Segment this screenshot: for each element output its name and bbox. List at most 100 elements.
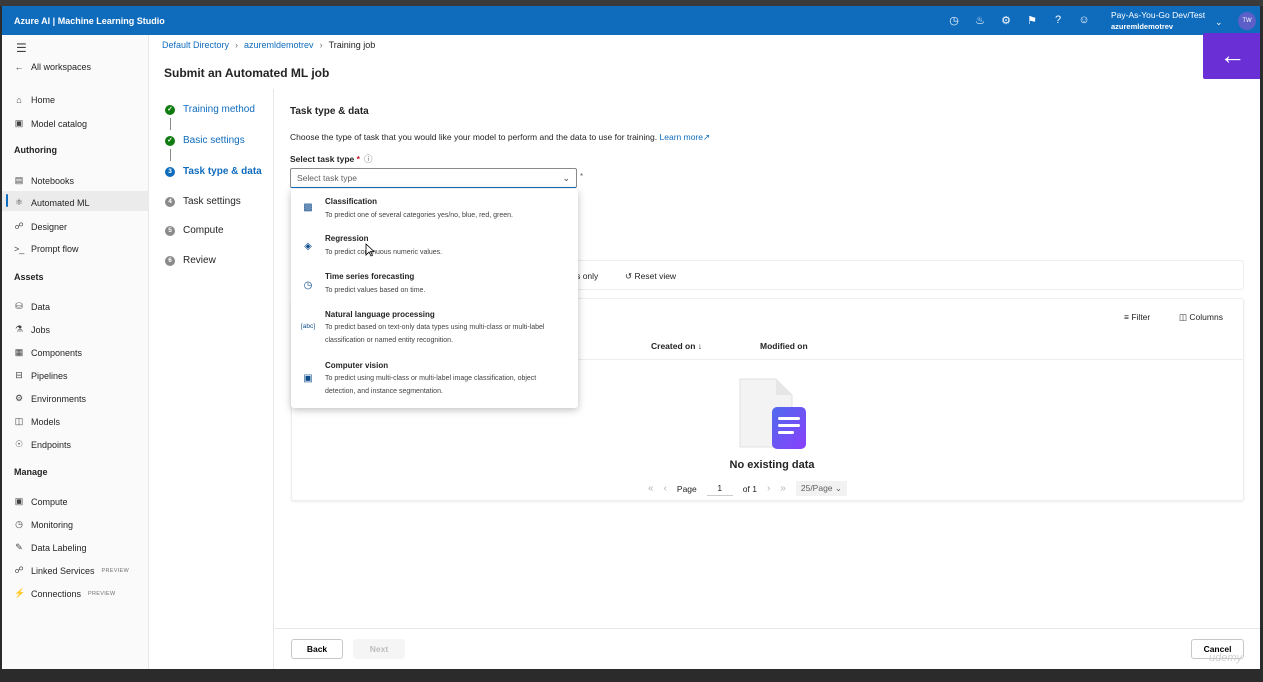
footer-divider	[275, 628, 1260, 629]
gear-icon[interactable]: ⚙	[999, 14, 1013, 27]
breadcrumb-workspace[interactable]: azuremldemotrev	[244, 40, 314, 50]
history-icon[interactable]: ◷	[947, 14, 961, 27]
data-icon: ⛁	[15, 301, 23, 311]
last-page-icon[interactable]: »	[780, 483, 786, 494]
section-manage: Manage	[14, 467, 48, 477]
sidebar-item-environments[interactable]: ⚙ Environments	[14, 393, 86, 404]
step-label: Task settings	[183, 196, 241, 207]
step-review[interactable]: 6 Review	[165, 255, 216, 266]
option-title: Time series forecasting	[325, 272, 415, 281]
option-time-series-forecasting[interactable]: ◷ Time series forecasting To predict val…	[291, 267, 578, 303]
step-task-type-data[interactable]: 3 Task type & data	[165, 166, 262, 177]
option-title: Natural language processing	[325, 310, 435, 319]
studio-app: Azure AI | Machine Learning Studio ◷ ♨ ⚙…	[2, 6, 1260, 669]
edit-icon: ✎	[15, 542, 23, 552]
hamburger-icon[interactable]: ☰	[16, 41, 27, 55]
smiley-icon[interactable]: ☺	[1077, 14, 1091, 27]
learn-more-link[interactable]: Learn more↗	[660, 132, 711, 142]
sidebar-item-home[interactable]: ⌂ Home	[14, 95, 55, 105]
info-icon[interactable]: ⓘ	[364, 154, 373, 164]
columns-button[interactable]: ◫ Columns	[1179, 312, 1223, 323]
topbar-icons: ◷ ♨ ⚙ ⚑ ? ☺	[947, 14, 1091, 27]
notebook-icon: ▤	[14, 175, 24, 185]
step-compute[interactable]: 5 Compute	[165, 225, 224, 236]
bell-icon[interactable]: ♨	[973, 14, 987, 27]
prompt-icon: >_	[14, 244, 25, 254]
page-size-select[interactable]: 25/Page ⌄	[795, 481, 848, 496]
column-header-created-on[interactable]: Created on ↓	[651, 341, 702, 351]
next-page-icon[interactable]: ›	[767, 483, 770, 494]
sidebar-item-label: Connections	[31, 588, 82, 599]
back-arrow-button[interactable]: ←	[1203, 33, 1260, 79]
option-description: To predict one of several categories yes…	[325, 212, 513, 219]
section-description: Choose the type of task that you would l…	[290, 132, 710, 143]
columns-label: Columns	[1189, 312, 1223, 322]
task-type-select[interactable]: Select task type ⌄	[290, 168, 577, 188]
sidebar-item-models[interactable]: ◫ Models	[14, 416, 60, 427]
sidebar-item-jobs[interactable]: ⚗ Jobs	[14, 324, 50, 335]
megaphone-icon[interactable]: ⚑	[1025, 14, 1039, 27]
sidebar-item-model-catalog[interactable]: ▣ Model catalog	[14, 118, 87, 129]
back-button[interactable]: Back	[291, 639, 343, 659]
arrow-left-icon: ←	[14, 62, 24, 72]
avatar[interactable]: TW	[1238, 12, 1256, 30]
option-natural-language-processing[interactable]: [abc] Natural language processing To pre…	[291, 305, 578, 353]
option-computer-vision[interactable]: ▣ Computer vision To predict using multi…	[291, 356, 578, 406]
step-label: Review	[183, 255, 216, 266]
sidebar-item-compute[interactable]: ▣ Compute	[14, 496, 68, 507]
top-bar: Azure AI | Machine Learning Studio ◷ ♨ ⚙…	[2, 6, 1260, 35]
cube-icon: ◫	[14, 416, 24, 426]
app-title[interactable]: Azure AI | Machine Learning Studio	[14, 16, 165, 26]
account-workspace: azuremldemotrev	[1111, 22, 1174, 31]
step-task-settings[interactable]: 4 Task settings	[165, 196, 241, 207]
sidebar-item-all-workspaces[interactable]: ← All workspaces	[14, 62, 92, 72]
page-of-label: of 1	[742, 483, 757, 494]
preview-badge: PREVIEW	[88, 590, 116, 597]
chevron-down-icon: ⌄	[562, 173, 570, 183]
next-button[interactable]: Next	[353, 639, 405, 659]
required-marker: *	[356, 154, 360, 164]
sidebar-item-monitoring[interactable]: ◷ Monitoring	[14, 519, 73, 530]
breadcrumb-default-directory[interactable]: Default Directory	[162, 40, 229, 50]
filter-button[interactable]: ≡ Filter	[1124, 312, 1150, 322]
prev-page-icon[interactable]: ‹	[664, 483, 667, 494]
sidebar-item-pipelines[interactable]: ⊟ Pipelines	[14, 370, 67, 381]
option-classification[interactable]: ▩ Classification To predict one of sever…	[291, 189, 578, 225]
description-text: Choose the type of task that you would l…	[290, 132, 658, 142]
step-label: Basic settings	[183, 135, 245, 146]
column-header-modified-on[interactable]: Modified on	[760, 341, 808, 351]
page-number-input[interactable]: 1	[706, 481, 733, 496]
watermark-logo: udemy	[1209, 652, 1243, 664]
sidebar-item-endpoints[interactable]: ☉ Endpoints	[14, 439, 71, 450]
sidebar-item-designer[interactable]: ☍ Designer	[14, 221, 67, 232]
step-label: Compute	[183, 225, 224, 236]
check-icon: ✓	[165, 104, 175, 115]
step-number: 3	[165, 166, 175, 177]
option-regression[interactable]: ◈ Regression To predict continuous numer…	[291, 229, 578, 265]
sidebar-item-automated-ml[interactable]: ⚛ Automated ML	[14, 197, 90, 208]
option-description: To predict using multi-class or multi-la…	[325, 375, 537, 395]
reset-view-button[interactable]: ↺ Reset view	[625, 271, 676, 282]
sidebar-item-linked-services[interactable]: ☍ Linked Services PREVIEW	[14, 565, 129, 576]
plug-icon: ⚡	[14, 588, 26, 598]
sidebar-item-data[interactable]: ⛁ Data	[14, 301, 50, 312]
required-marker: *	[580, 172, 584, 181]
sidebar-item-prompt-flow[interactable]: >_ Prompt flow	[14, 244, 79, 254]
empty-state-text: No existing data	[729, 459, 815, 471]
option-description: To predict values based on time.	[325, 287, 426, 294]
first-page-icon[interactable]: «	[648, 483, 654, 494]
task-type-label: Select task type * ⓘ	[290, 153, 372, 165]
chevron-down-icon[interactable]: ⌄	[1215, 17, 1223, 28]
account-switcher[interactable]: Pay-As-You-Go Dev/Test azuremldemotrev	[1111, 10, 1205, 32]
step-label: Training method	[183, 104, 255, 115]
sidebar-item-label: Environments	[31, 393, 87, 404]
sidebar-item-notebooks[interactable]: ▤ Notebooks	[14, 175, 74, 186]
step-training-method[interactable]: ✓ Training method	[165, 104, 255, 115]
sidebar-item-components[interactable]: ▦ Components	[14, 347, 82, 358]
help-icon[interactable]: ?	[1051, 14, 1065, 27]
sidebar-item-connections[interactable]: ⚡ Connections PREVIEW	[14, 588, 116, 599]
sidebar-item-label: All workspaces	[31, 62, 92, 72]
sidebar-item-data-labeling[interactable]: ✎ Data Labeling	[14, 542, 86, 553]
step-basic-settings[interactable]: ✓ Basic settings	[165, 135, 245, 146]
task-type-dropdown: ▩ Classification To predict one of sever…	[291, 189, 578, 408]
